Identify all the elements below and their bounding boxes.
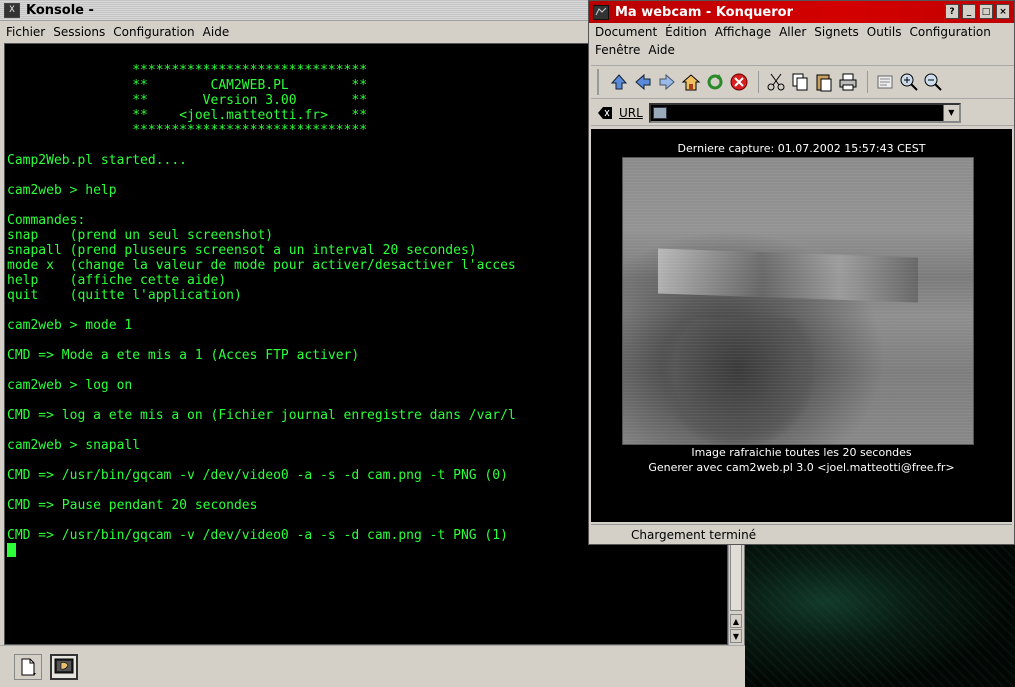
maximize-button[interactable]: □	[979, 4, 993, 19]
konqueror-titlebar[interactable]: Ma webcam - Konqueror ? _ □ ×	[589, 1, 1014, 23]
generator-credit: Generer avec cam2web.pl 3.0 <joel.matteo…	[648, 461, 955, 474]
toolbar-grip[interactable]	[597, 69, 600, 95]
clear-location-icon[interactable]	[597, 102, 613, 124]
menu-fenetre[interactable]: Fenêtre	[595, 43, 640, 57]
menu-document[interactable]: Document	[595, 25, 657, 39]
menu-affichage[interactable]: Affichage	[715, 25, 771, 39]
terminal-cursor	[7, 543, 16, 557]
copy-icon[interactable]	[789, 71, 811, 93]
konqueror-window-icon[interactable]	[593, 4, 609, 20]
menu-aide-konq[interactable]: Aide	[648, 43, 675, 57]
terminal-session-button[interactable]	[50, 654, 78, 680]
chevron-down-icon[interactable]: ▼	[942, 104, 959, 121]
zoom-out-icon[interactable]	[922, 71, 944, 93]
session-bar	[0, 645, 745, 687]
home-icon[interactable]	[680, 71, 702, 93]
print-icon[interactable]	[837, 71, 859, 93]
back-arrow-icon[interactable]	[632, 71, 654, 93]
menu-aller[interactable]: Aller	[779, 25, 806, 39]
refresh-note: Image rafraichie toutes les 20 secondes	[691, 446, 912, 459]
cut-icon[interactable]	[765, 71, 787, 93]
location-toolbar: URL ▼	[591, 100, 1014, 126]
scroll-down-button[interactable]: ▼	[730, 629, 742, 643]
up-arrow-icon[interactable]	[608, 71, 630, 93]
konqueror-title: Ma webcam - Konqueror	[615, 4, 794, 20]
konsole-window-icon[interactable]: X	[4, 2, 20, 18]
toolbar-separator-2	[867, 71, 868, 93]
scroll-up-button[interactable]: ▲	[730, 614, 742, 628]
new-document-icon	[21, 658, 36, 676]
webcam-image-shadow	[663, 318, 813, 444]
main-toolbar	[591, 65, 1014, 99]
page-viewport: Derniere capture: 01.07.2002 15:57:43 CE…	[591, 129, 1012, 522]
menu-configuration-konq[interactable]: Configuration	[909, 25, 990, 39]
viewport-edge	[1012, 129, 1014, 522]
terminal-shell-icon	[54, 658, 74, 674]
konqueror-menubar: Document Édition Affichage Aller Signets…	[589, 23, 1014, 41]
zoom-in-icon[interactable]	[898, 71, 920, 93]
menu-signets[interactable]: Signets	[814, 25, 859, 39]
new-session-button[interactable]	[14, 654, 42, 680]
menu-outils[interactable]: Outils	[867, 25, 902, 39]
menu-edition[interactable]: Édition	[665, 25, 707, 39]
capture-timestamp: Derniere capture: 01.07.2002 15:57:43 CE…	[677, 142, 926, 155]
close-button[interactable]: ×	[996, 4, 1010, 19]
help-button[interactable]: ?	[945, 4, 959, 19]
menu-sessions[interactable]: Sessions	[53, 25, 105, 39]
reload-icon[interactable]	[704, 71, 726, 93]
page-favicon-icon	[652, 106, 667, 119]
url-label: URL	[619, 105, 643, 120]
status-text: Chargement terminé	[631, 527, 757, 542]
url-input[interactable]: ▼	[648, 102, 961, 123]
webcam-image	[622, 157, 974, 445]
konqueror-menubar-row2: Fenêtre Aide	[589, 41, 1014, 59]
konsole-title: Konsole -	[26, 2, 94, 18]
print-frame-icon[interactable]	[874, 71, 896, 93]
statusbar: Chargement terminé	[591, 524, 1012, 544]
minimize-button[interactable]: _	[962, 4, 976, 19]
menu-configuration[interactable]: Configuration	[113, 25, 194, 39]
menu-aide[interactable]: Aide	[203, 25, 230, 39]
menu-fichier[interactable]: Fichier	[6, 25, 45, 39]
forward-arrow-icon[interactable]	[656, 71, 678, 93]
paste-icon[interactable]	[813, 71, 835, 93]
stop-icon[interactable]	[728, 71, 750, 93]
toolbar-separator	[758, 71, 759, 93]
terminal-cursor-line	[7, 543, 727, 558]
desktop-background	[745, 545, 1015, 687]
konqueror-window: Ma webcam - Konqueror ? _ □ × Document É…	[588, 0, 1015, 545]
